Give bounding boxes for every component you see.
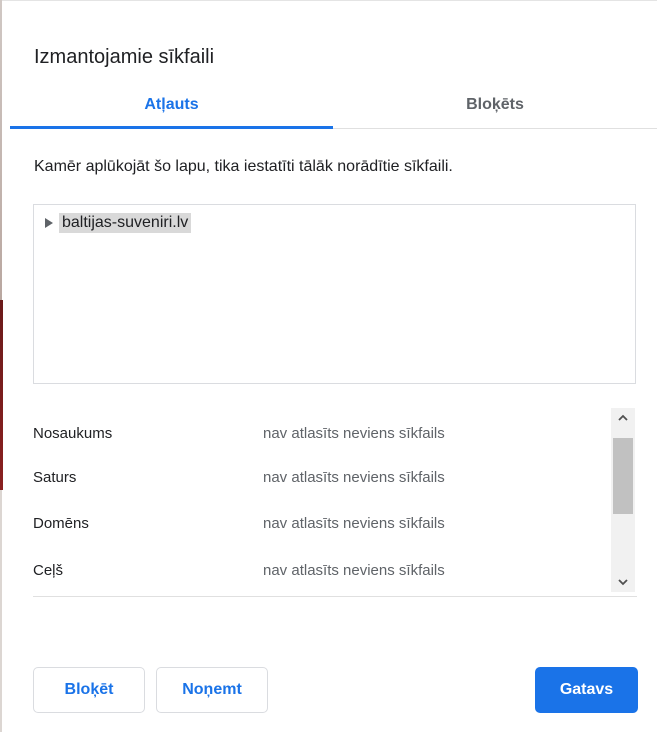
background-window-edge: [0, 0, 2, 300]
detail-key: Ceļš: [33, 562, 64, 579]
cookies-description: Kamēr aplūkojāt šo lapu, tika iestatīti …: [34, 158, 453, 175]
cookies-dialog: Izmantojamie sīkfaili Atļauts Bloķēts Ka…: [0, 0, 657, 732]
background-window-edge: [0, 300, 3, 490]
tab-blocked-label: Bloķēts: [466, 96, 524, 113]
scroll-down-button[interactable]: [611, 572, 635, 592]
cookie-tree[interactable]: baltijas-suveniri.lv: [33, 204, 636, 384]
scroll-up-button[interactable]: [611, 408, 635, 428]
tree-item-site[interactable]: baltijas-suveniri.lv: [42, 211, 192, 235]
background-window-edge: [0, 490, 2, 732]
detail-value: nav atlasīts neviens sīkfails: [263, 562, 445, 579]
tab-bar: Atļauts Bloķēts: [10, 84, 657, 129]
remove-button[interactable]: Noņemt: [156, 667, 268, 713]
detail-key: Nosaukums: [33, 425, 113, 442]
tree-item-label: baltijas-suveniri.lv: [59, 213, 192, 233]
triangle-right-icon[interactable]: [42, 216, 56, 230]
chevron-down-icon: [618, 579, 628, 586]
detail-key: Saturs: [33, 469, 77, 486]
tab-allowed-label: Atļauts: [144, 96, 199, 113]
detail-value: nav atlasīts neviens sīkfails: [263, 425, 445, 442]
tab-blocked[interactable]: Bloķēts: [333, 84, 657, 128]
detail-value: nav atlasīts neviens sīkfails: [263, 469, 445, 486]
block-button[interactable]: Bloķēt: [33, 667, 145, 713]
detail-value: nav atlasīts neviens sīkfails: [263, 515, 445, 532]
done-button[interactable]: Gatavs: [535, 667, 638, 713]
chevron-up-icon: [618, 414, 628, 421]
tab-allowed[interactable]: Atļauts: [10, 84, 333, 129]
window-edge: [0, 0, 657, 1]
detail-key: Domēns: [33, 515, 89, 532]
cookie-details: Nosaukums nav atlasīts neviens sīkfails …: [33, 406, 637, 597]
dialog-title: Izmantojamie sīkfaili: [34, 46, 215, 68]
scroll-thumb[interactable]: [613, 438, 633, 514]
details-scrollbar[interactable]: [611, 408, 635, 592]
active-tab-indicator: [10, 126, 333, 129]
